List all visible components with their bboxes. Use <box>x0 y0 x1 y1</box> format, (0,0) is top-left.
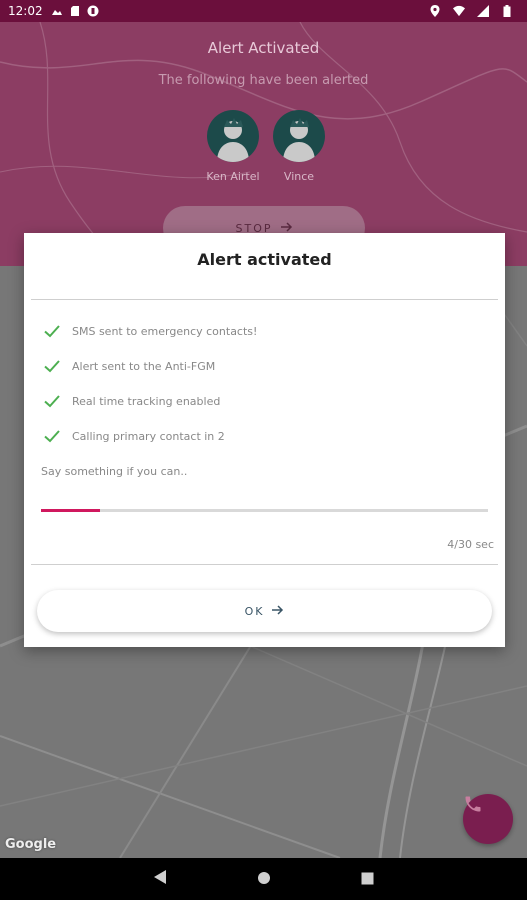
recording-timer: 4/30 sec <box>447 538 494 551</box>
signal-icon <box>477 5 489 17</box>
contact-name: Vince <box>283 170 315 183</box>
status-item-text: Calling primary contact in 2 <box>72 429 225 443</box>
avatar <box>273 110 325 162</box>
home-icon[interactable] <box>257 870 271 889</box>
check-icon <box>42 426 62 446</box>
alert-dialog: Alert activated SMS sent to emergency co… <box>24 233 505 647</box>
divider <box>31 564 498 565</box>
divider <box>31 299 498 300</box>
alerted-contacts: Ken Airtel Vince <box>205 110 327 183</box>
status-item-text: Alert sent to the Anti-FGM <box>72 359 216 373</box>
location-icon <box>429 5 441 17</box>
contact-name: Ken Airtel <box>206 170 260 183</box>
recording-progress <box>41 509 488 512</box>
check-icon <box>42 391 62 411</box>
wifi-icon <box>453 5 465 17</box>
status-item-calling: Calling primary contact in 2 <box>42 426 225 446</box>
app-icon <box>87 5 99 17</box>
contact-vince[interactable]: Vince <box>271 110 327 183</box>
alert-subtitle: The following have been alerted <box>158 73 369 88</box>
status-item-text: SMS sent to emergency contacts! <box>72 324 258 338</box>
status-item-anti-fgm: Alert sent to the Anti-FGM <box>42 356 215 376</box>
back-icon[interactable] <box>153 869 167 889</box>
status-item-text: Real time tracking enabled <box>72 394 221 408</box>
alert-header: Alert Activated The following have been … <box>0 22 527 266</box>
ok-button[interactable]: OK <box>37 590 492 632</box>
contact-ken[interactable]: Ken Airtel <box>205 110 261 183</box>
battery-icon <box>501 5 513 17</box>
recents-icon[interactable] <box>361 870 374 889</box>
alert-title: Alert Activated <box>207 39 320 57</box>
status-item-sms: SMS sent to emergency contacts! <box>42 321 257 341</box>
status-item-tracking: Real time tracking enabled <box>42 391 220 411</box>
check-icon <box>42 321 62 341</box>
dialog-title: Alert activated <box>197 250 332 269</box>
sd-card-icon <box>69 5 81 17</box>
avatar <box>207 110 259 162</box>
photos-icon <box>51 5 63 17</box>
check-icon <box>42 356 62 376</box>
progress-fill <box>41 509 101 512</box>
arrow-right-icon <box>272 604 284 618</box>
status-time: 12:02 <box>8 4 43 18</box>
voice-prompt: Say something if you can.. <box>41 465 188 478</box>
ok-label: OK <box>244 604 265 618</box>
status-bar: 12:02 <box>0 0 527 22</box>
call-fab[interactable] <box>463 794 513 844</box>
google-attribution: Google <box>5 837 57 852</box>
system-nav-bar <box>0 858 527 900</box>
